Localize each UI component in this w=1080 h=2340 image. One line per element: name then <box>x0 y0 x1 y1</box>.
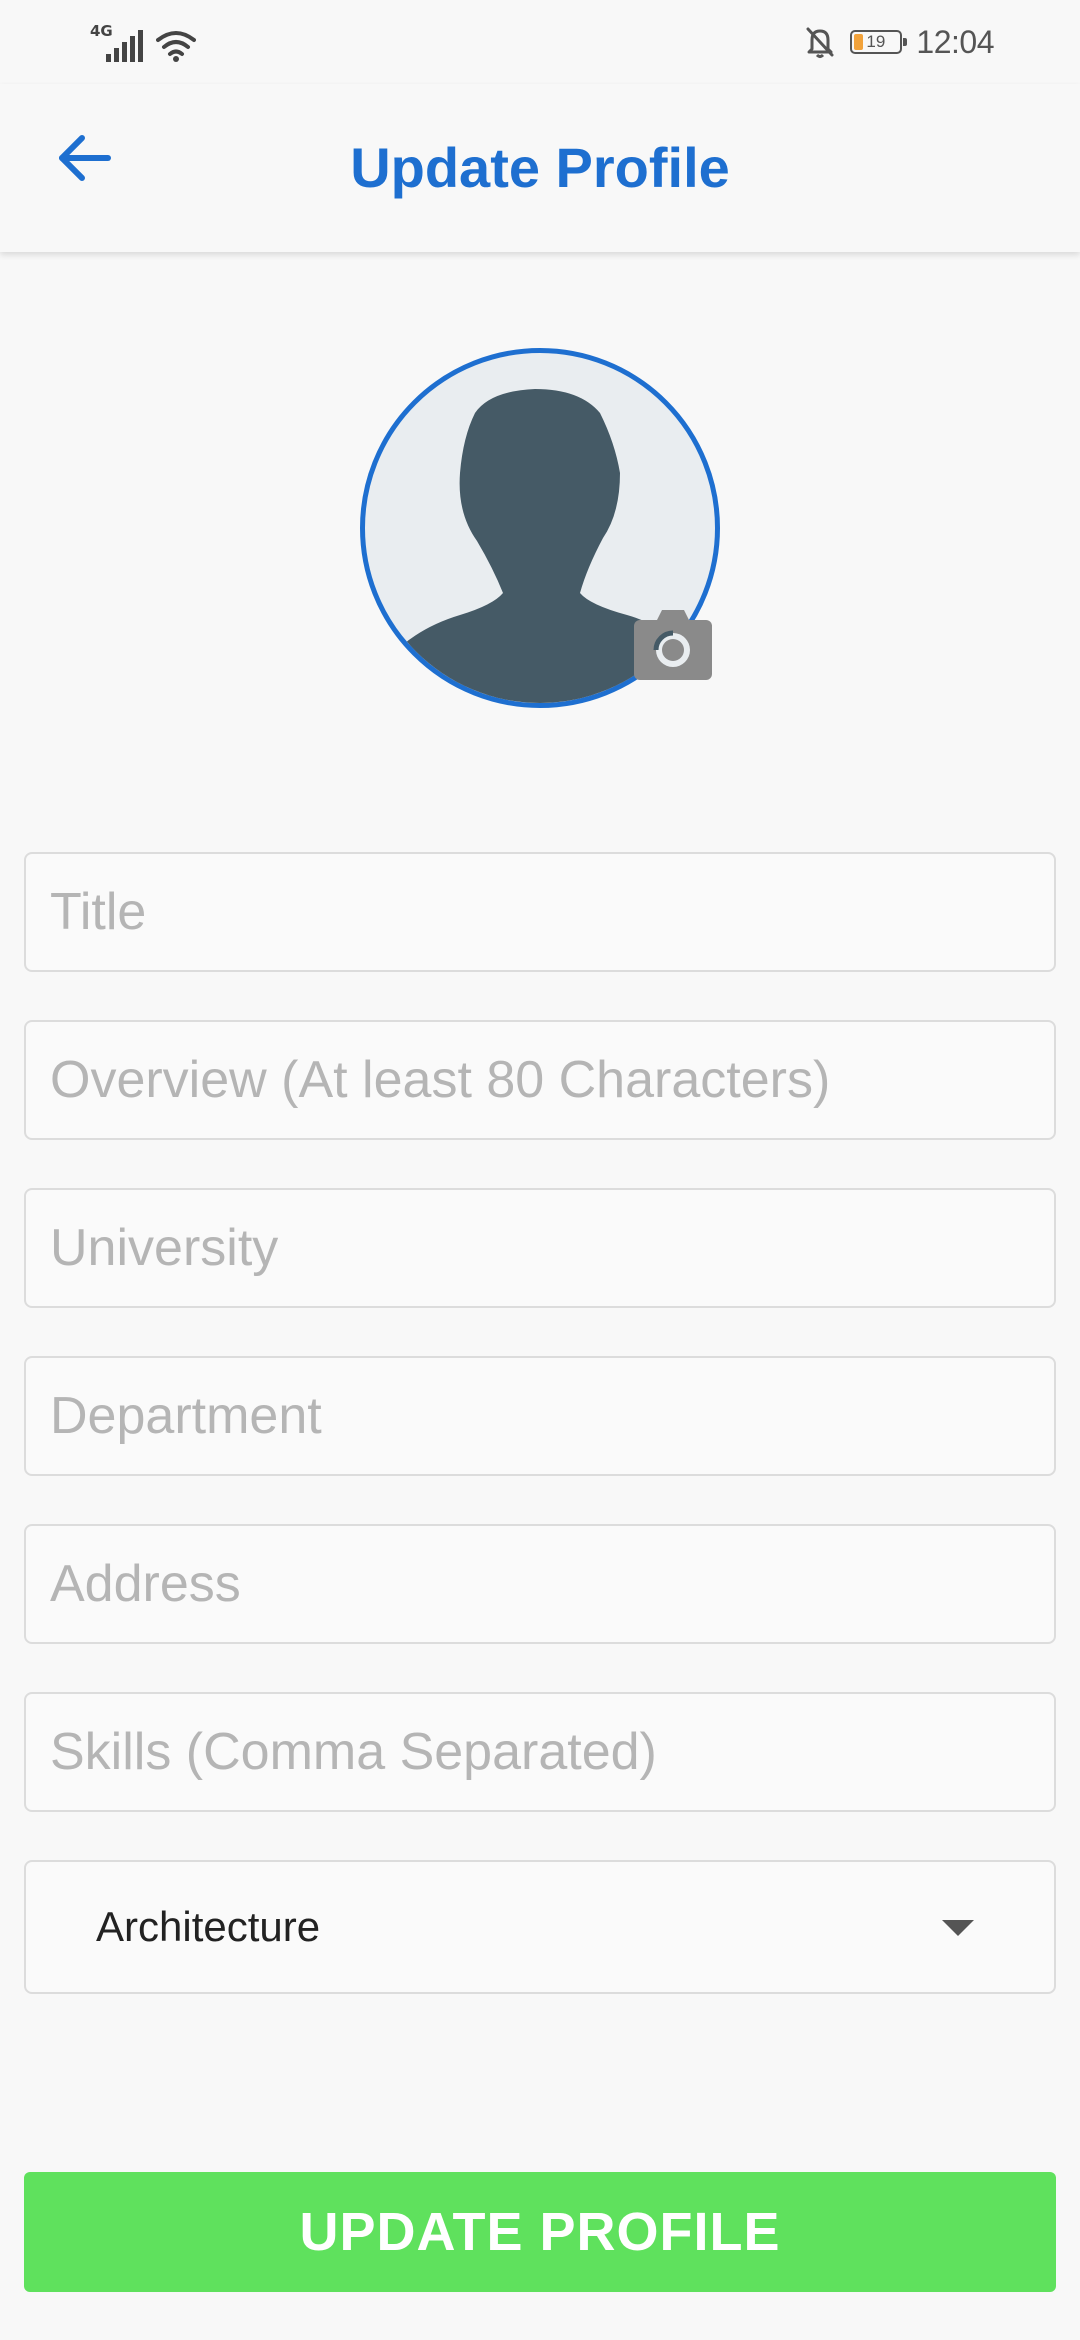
address-field[interactable] <box>24 1524 1056 1644</box>
signal-icon: 4G <box>90 22 146 62</box>
category-dropdown[interactable]: Architecture <box>24 1860 1056 1994</box>
category-selected-value: Architecture <box>96 1903 321 1950</box>
battery-level: 19 <box>866 32 886 51</box>
dropdown-arrow-icon <box>942 1920 974 1936</box>
university-field[interactable] <box>24 1188 1056 1308</box>
bell-off-icon <box>806 27 834 58</box>
title-field[interactable] <box>24 852 1056 972</box>
address-input[interactable] <box>26 1526 1054 1642</box>
wifi-icon <box>156 31 196 62</box>
department-input[interactable] <box>26 1358 1054 1474</box>
status-left: 4G <box>90 22 196 62</box>
status-time: 12:04 <box>916 23 994 60</box>
avatar-section <box>360 348 720 708</box>
title-input[interactable] <box>26 854 1054 970</box>
page-title: Update Profile <box>350 136 730 199</box>
university-input[interactable] <box>26 1190 1054 1306</box>
status-bar: 4G 19 12:04 <box>0 0 1080 84</box>
battery-icon: 19 <box>850 30 908 54</box>
status-right: 19 12:04 <box>804 22 994 62</box>
overview-input[interactable] <box>26 1022 1054 1138</box>
camera-icon <box>634 610 712 680</box>
update-profile-button[interactable]: UPDATE PROFILE <box>24 2172 1056 2292</box>
department-field[interactable] <box>24 1356 1056 1476</box>
skills-input[interactable] <box>26 1694 1054 1810</box>
skills-field[interactable] <box>24 1692 1056 1812</box>
overview-field[interactable] <box>24 1020 1056 1140</box>
app-bar: Update Profile <box>0 84 1080 252</box>
change-photo-button[interactable] <box>632 608 714 682</box>
